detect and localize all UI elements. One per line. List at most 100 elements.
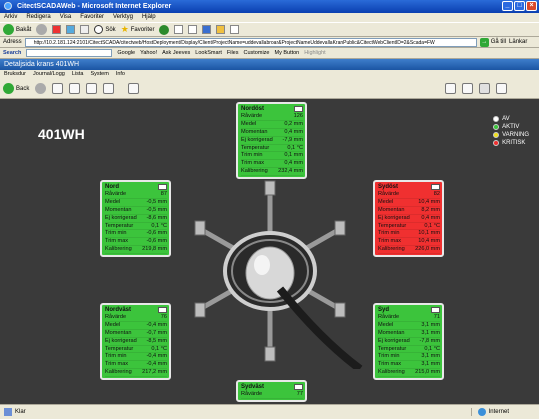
back-button[interactable]: Bakåt: [3, 24, 31, 35]
panel-row: Temperatur 0,1 °C: [105, 223, 167, 231]
panel-row-label: Temperatur: [378, 345, 407, 352]
messenger-icon[interactable]: [230, 25, 240, 34]
minimize-button[interactable]: _: [502, 1, 513, 11]
ie-logo-icon: [4, 2, 12, 10]
panel-row-value: -0,5 mm: [146, 206, 167, 213]
close-button[interactable]: ×: [526, 1, 537, 11]
search-item-yahoo[interactable]: Yahoo!: [140, 50, 157, 56]
panel-row-value: 0,1 °C: [287, 144, 303, 151]
panel-row: Kalibrering 215,0 mm: [378, 369, 440, 378]
panel-row: Medel -0,4 mm: [105, 322, 167, 330]
menu-help[interactable]: Hjälp: [142, 13, 156, 22]
refresh-icon[interactable]: [66, 25, 76, 34]
links-label[interactable]: Länkar: [509, 39, 527, 45]
panel-row-value: 126: [293, 113, 303, 119]
panel-row-value: 219,8 mm: [142, 246, 167, 253]
search-label: Sök: [105, 26, 116, 33]
panel-row: Momentan -0,7 mm: [105, 330, 167, 338]
sensor-panel-syd[interactable]: Syd Råvärde 71 Medel 3,1 mm Momentan 3,1 mm Ej …: [373, 303, 444, 381]
app-menu-system[interactable]: System: [90, 70, 108, 79]
crane-view: 401WH AV AKTIV VARNING KRITISK Nordöst Rå…: [0, 99, 539, 404]
panel-window-icon[interactable]: [294, 384, 303, 390]
back-label: Bakåt: [16, 26, 32, 33]
panel-row-label: Råvärde: [378, 314, 400, 320]
search-item-mybutton[interactable]: My Button: [274, 50, 299, 56]
panel-row-value: -0,4 mm: [146, 353, 167, 360]
legend-item-av: AV: [493, 115, 529, 123]
sensor-panel-nord[interactable]: Nord Råvärde 87 Medel -0,5 mm Momentan -0,5 mm…: [100, 180, 171, 258]
panel-row-label: Ej korrigerad: [105, 214, 137, 221]
mail-icon[interactable]: [174, 25, 184, 34]
app-menu-journal[interactable]: Journal/Logg: [33, 70, 65, 79]
sensor-panel-nordost[interactable]: Nordöst Råvärde 126 Medel 0,2 mm Momentan 0,4 …: [236, 102, 307, 180]
panel-row: Kalibrering 226,0 mm: [378, 246, 440, 255]
panel-window-icon[interactable]: [431, 184, 440, 190]
sensor-panel-sydost[interactable]: Sydöst Råvärde 82 Medel 10,4 mm Momentan 8,2 m…: [373, 180, 444, 258]
app-settings-icon[interactable]: [462, 83, 474, 94]
panel-row-label: Trim max: [378, 238, 402, 245]
go-label: Gå till: [490, 39, 507, 45]
search-toolbar-input[interactable]: [26, 49, 113, 57]
go-button[interactable]: → Gå till: [479, 37, 507, 47]
panel-row-label: Trim min: [378, 230, 400, 237]
search-button[interactable]: Sök: [94, 25, 116, 34]
panel-window-icon[interactable]: [158, 307, 167, 313]
search-item-files[interactable]: Files: [227, 50, 239, 56]
address-input[interactable]: http://10.2.181.124:2101/CitectSCADA/cit…: [24, 37, 477, 47]
maximize-button[interactable]: □: [514, 1, 525, 11]
panel-row-value: -0,5 mm: [146, 198, 167, 205]
favorites-button[interactable]: ★ Favoriter: [121, 24, 155, 35]
menu-tools[interactable]: Verktyg: [113, 13, 133, 22]
search-item-customize[interactable]: Customize: [244, 50, 270, 56]
panel-header: Syd: [378, 306, 440, 314]
sensor-panel-nordvast[interactable]: Nordväst Råvärde 76 Medel -0,4 mm Momentan -0,…: [100, 303, 171, 381]
app-menu-info[interactable]: Info: [116, 70, 125, 79]
panel-row-value: 8,2 mm: [421, 206, 440, 213]
menu-view[interactable]: Visa: [60, 13, 72, 22]
app-forward-icon[interactable]: [35, 83, 47, 94]
sensor-panel-sydvast[interactable]: Sydväst Råvärde 77: [236, 380, 307, 402]
app-alarm-icon[interactable]: [69, 83, 81, 94]
edit-icon[interactable]: [202, 25, 212, 34]
panel-row-label: Medel: [378, 198, 394, 205]
history-icon[interactable]: [159, 24, 170, 35]
app-menubar: Bruksdur Journal/Logg Lista System Info: [0, 70, 539, 79]
panel-row-label: Medel: [241, 120, 257, 127]
panel-row-value: 3,1 mm: [421, 321, 440, 328]
panel-window-icon[interactable]: [294, 106, 303, 112]
app-toolbar: Back: [0, 79, 539, 99]
app-user-icon[interactable]: [479, 83, 491, 94]
panel-row: Trim max 10,4 mm: [378, 238, 440, 247]
stop-icon[interactable]: [52, 25, 62, 34]
status-text: Klar: [15, 409, 26, 415]
zone-label: Internet: [488, 409, 509, 415]
home-icon[interactable]: [80, 25, 90, 34]
search-item-looksmart[interactable]: LookSmart: [195, 50, 222, 56]
print-icon[interactable]: [188, 25, 198, 34]
app-help-icon[interactable]: [496, 83, 508, 94]
folder-icon[interactable]: [216, 25, 226, 34]
app-menu-lista[interactable]: Lista: [72, 70, 84, 79]
panel-row: Kalibrering 219,8 mm: [105, 246, 167, 255]
search-item-google[interactable]: Google: [117, 50, 135, 56]
app-report-icon[interactable]: [103, 83, 115, 94]
menu-file[interactable]: Arkiv: [4, 13, 17, 22]
search-item-ask[interactable]: Ask Jeeves: [162, 50, 190, 56]
app-page-icon[interactable]: [52, 83, 64, 94]
app-chart-icon[interactable]: [445, 83, 457, 94]
panel-row: Trim min -0,6 mm: [105, 230, 167, 239]
app-back-button[interactable]: Back: [3, 83, 29, 94]
forward-arrow-icon[interactable]: [36, 24, 48, 35]
panel-window-icon[interactable]: [158, 184, 167, 190]
app-menu-bruksdur[interactable]: Bruksdur: [4, 70, 26, 79]
search-item-highlight[interactable]: Highlight: [304, 50, 325, 56]
panel-row: Trim max -0,4 mm: [105, 361, 167, 370]
app-trend-icon[interactable]: [86, 83, 98, 94]
panel-window-icon[interactable]: [431, 307, 440, 313]
panel-row-label: Ej korrigerad: [378, 337, 410, 344]
menu-edit[interactable]: Redigera: [26, 13, 50, 22]
app-window-icon[interactable]: [128, 83, 140, 94]
panel-row-value: 0,1 mm: [284, 152, 303, 159]
menu-favorites[interactable]: Favoriter: [80, 13, 104, 22]
panel-title: Nordöst: [241, 106, 264, 112]
